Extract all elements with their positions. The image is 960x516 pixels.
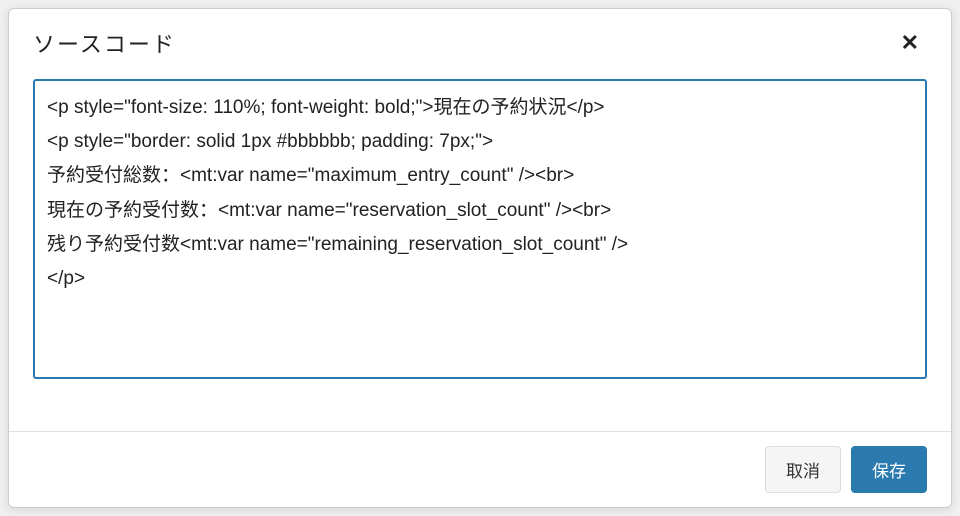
close-icon: ✕ (901, 30, 919, 55)
dialog-header: ソースコード ✕ (9, 9, 951, 71)
close-button[interactable]: ✕ (893, 28, 927, 58)
dialog-footer: 取消 保存 (9, 431, 951, 507)
dialog-title: ソースコード (33, 27, 176, 59)
dialog-body (9, 71, 951, 431)
cancel-button[interactable]: 取消 (765, 446, 841, 493)
save-button[interactable]: 保存 (851, 446, 927, 493)
source-code-dialog: ソースコード ✕ 取消 保存 (8, 8, 952, 508)
source-code-textarea[interactable] (33, 79, 927, 379)
